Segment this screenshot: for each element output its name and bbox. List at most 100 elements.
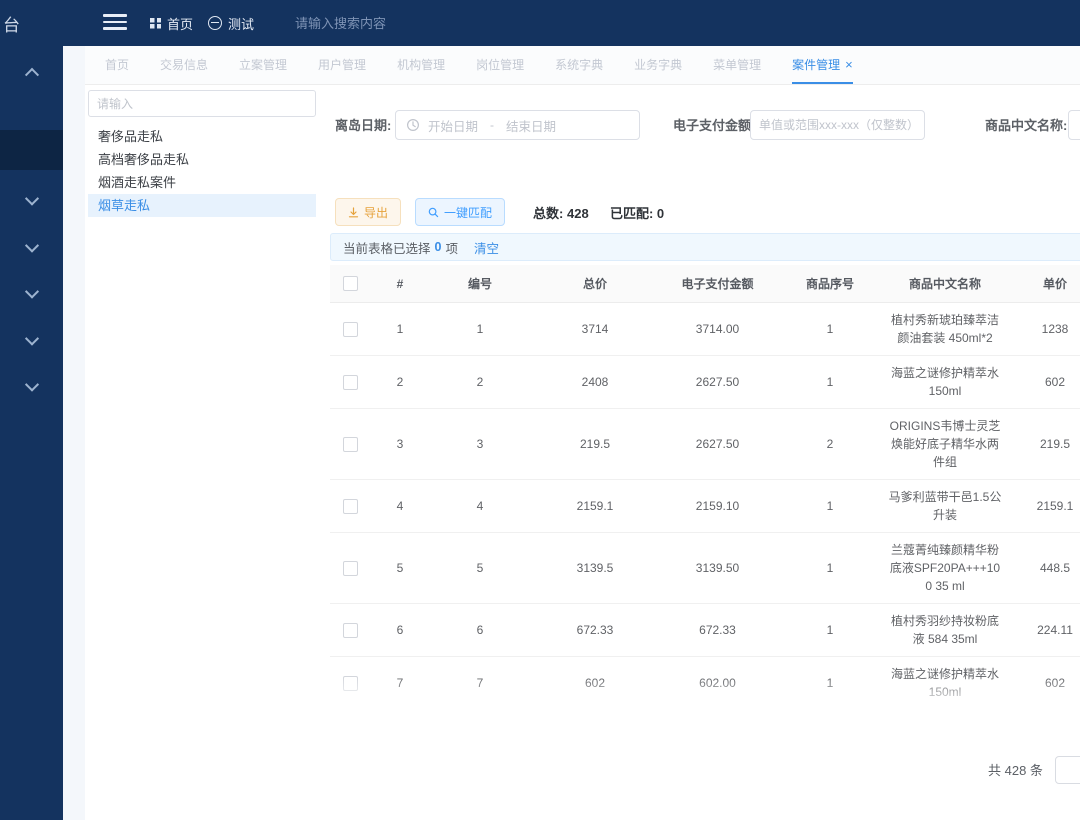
case-type-panel: 奢侈品走私高档奢侈品走私烟酒走私案件烟草走私 (88, 90, 316, 217)
sidebar-active-item[interactable] (0, 130, 63, 170)
cell-seq: 1 (775, 533, 885, 604)
row-checkbox[interactable] (343, 676, 358, 691)
chevron-up-icon (24, 68, 38, 82)
cell-code: 4 (430, 480, 530, 533)
cell-unit: 2159.1 (1005, 480, 1080, 533)
case-type-item[interactable]: 烟草走私 (88, 194, 316, 217)
app-logo: 台 (3, 11, 20, 36)
global-search-input[interactable] (293, 15, 447, 32)
tab-菜单管理[interactable]: 菜单管理 (713, 46, 761, 84)
tab-label: 机构管理 (397, 56, 445, 73)
nav-item-home[interactable]: 首页 (150, 0, 193, 46)
menu-toggle-icon[interactable] (103, 14, 127, 32)
nav-item-test[interactable]: 测试 (208, 0, 254, 46)
tab-岗位管理[interactable]: 岗位管理 (476, 46, 524, 84)
tab-label: 岗位管理 (476, 56, 524, 73)
clear-selection-link[interactable]: 清空 (474, 238, 499, 257)
row-checkbox[interactable] (343, 322, 358, 337)
table-row: 33219.52627.502ORIGINS韦博士灵芝焕能好底子精华水两件组21… (330, 409, 1080, 480)
cell-epay: 2627.50 (660, 409, 775, 480)
chevron-down-icon (24, 239, 38, 253)
table-row: 2224082627.501海蓝之谜修护精萃水 150ml602 (330, 356, 1080, 409)
cell-total: 2408 (530, 356, 660, 409)
selection-prefix: 当前表格已选择 (343, 238, 431, 257)
page-size-select[interactable] (1055, 756, 1080, 784)
column-header: # (370, 265, 430, 303)
cell-code: 3 (430, 409, 530, 480)
cell-total: 602 (530, 657, 660, 708)
sidebar-menu-item[interactable] (0, 376, 63, 396)
sidebar-menu-item[interactable] (0, 62, 63, 82)
clock-icon (406, 118, 420, 132)
column-header: 电子支付金额 (660, 265, 775, 303)
tab-案件管理[interactable]: 案件管理× (792, 46, 853, 84)
tree-filter-input[interactable] (88, 90, 316, 117)
case-type-item[interactable]: 高档奢侈品走私 (88, 148, 316, 171)
tab-首页[interactable]: 首页 (105, 46, 129, 84)
tab-立案管理[interactable]: 立案管理 (239, 46, 287, 84)
cell-unit: 224.11 (1005, 604, 1080, 657)
tab-label: 业务字典 (634, 56, 682, 73)
table-toolbar: 导出 一键匹配 总数: 428 已匹配: 0 (330, 197, 1080, 227)
matched-count: 0 (657, 206, 664, 221)
one-click-match-button[interactable]: 一键匹配 (415, 198, 505, 226)
start-date-placeholder[interactable]: 开始日期 (428, 116, 478, 135)
cell-total: 219.5 (530, 409, 660, 480)
nav-test-label: 测试 (228, 14, 254, 33)
cell-unit: 602 (1005, 657, 1080, 708)
match-button-label: 一键匹配 (444, 204, 492, 221)
sidebar-menu-item[interactable] (0, 330, 63, 350)
tab-用户管理[interactable]: 用户管理 (318, 46, 366, 84)
cell-name: 植村秀羽纱持妆粉底液 584 35ml (885, 604, 1005, 657)
chevron-down-icon (24, 378, 38, 392)
cell-seq: 1 (775, 480, 885, 533)
sidebar-menu-item[interactable] (0, 237, 63, 257)
cell-code: 6 (430, 604, 530, 657)
pagination-bar: 共 428 条 (330, 754, 1080, 786)
tab-label: 系统字典 (555, 56, 603, 73)
cell-num: 3 (370, 409, 430, 480)
select-all-checkbox[interactable] (343, 276, 358, 291)
epay-amount-input[interactable] (750, 110, 925, 140)
cell-name: ORIGINS韦博士灵芝焕能好底子精华水两件组 (885, 409, 1005, 480)
cell-total: 672.33 (530, 604, 660, 657)
tab-label: 首页 (105, 56, 129, 73)
sidebar-menu-item[interactable] (0, 283, 63, 303)
tab-机构管理[interactable]: 机构管理 (397, 46, 445, 84)
column-header: 商品序号 (775, 265, 885, 303)
column-header: 总价 (530, 265, 660, 303)
row-checkbox[interactable] (343, 375, 358, 390)
product-name-input[interactable] (1068, 110, 1080, 140)
row-checkbox[interactable] (343, 561, 358, 576)
tab-业务字典[interactable]: 业务字典 (634, 46, 682, 84)
cell-num: 6 (370, 604, 430, 657)
row-checkbox[interactable] (343, 437, 358, 452)
selection-info-bar: 当前表格已选择 0 项 清空 (330, 233, 1080, 261)
tab-交易信息[interactable]: 交易信息 (160, 46, 208, 84)
cell-seq: 1 (775, 657, 885, 708)
minus-circle-icon (208, 16, 222, 30)
depart-date-label: 离岛日期: (335, 110, 391, 142)
selection-suffix: 项 (445, 238, 458, 257)
tab-系统字典[interactable]: 系统字典 (555, 46, 603, 84)
tab-label: 立案管理 (239, 56, 287, 73)
collapsed-sidebar (0, 46, 63, 820)
row-checkbox[interactable] (343, 623, 358, 638)
date-range-picker[interactable]: 开始日期 - 结束日期 (395, 110, 640, 140)
export-button[interactable]: 导出 (335, 198, 401, 226)
case-type-item[interactable]: 奢侈品走私 (88, 125, 316, 148)
product-name-label: 商品中文名称: (985, 110, 1067, 142)
end-date-placeholder[interactable]: 结束日期 (506, 116, 556, 135)
cell-unit: 448.5 (1005, 533, 1080, 604)
chevron-down-icon (24, 332, 38, 346)
close-icon[interactable]: × (845, 58, 853, 71)
cell-epay: 3714.00 (660, 303, 775, 356)
row-checkbox[interactable] (343, 499, 358, 514)
results-table: #编号总价电子支付金额商品序号商品中文名称单价 1137143714.001植村… (330, 265, 1080, 707)
sidebar-menu-item[interactable] (0, 190, 63, 210)
cell-code: 5 (430, 533, 530, 604)
cell-epay: 2627.50 (660, 356, 775, 409)
cell-total: 3714 (530, 303, 660, 356)
main-panel: 离岛日期: 开始日期 - 结束日期 电子支付金额: 商品中文名称: (330, 102, 1080, 820)
case-type-item[interactable]: 烟酒走私案件 (88, 171, 316, 194)
